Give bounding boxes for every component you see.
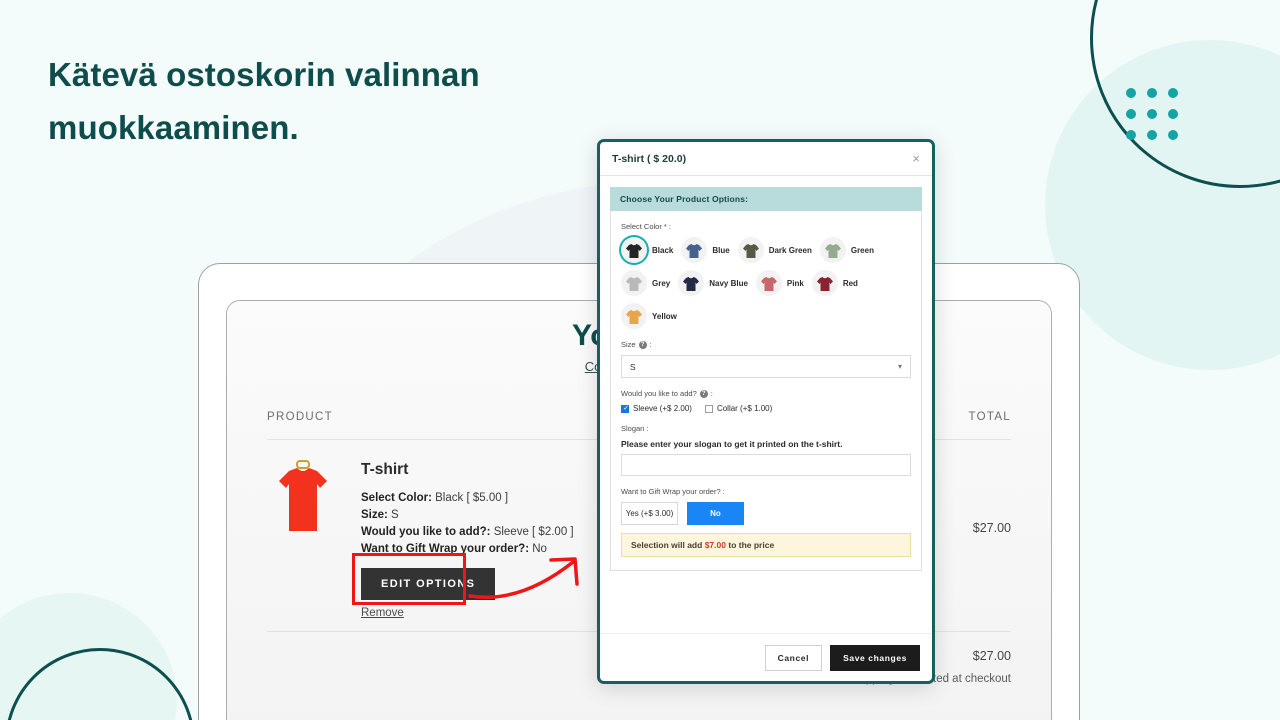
color-swatch-yellow[interactable]: Yellow [621, 303, 680, 329]
swatch-circle[interactable] [819, 237, 846, 263]
giftwrap-no-button[interactable]: No [687, 502, 744, 525]
option-label: Want to Gift Wrap your order?: [361, 543, 530, 556]
alert-suffix: to the price [728, 540, 775, 550]
swatch-circle[interactable] [621, 237, 647, 263]
alert-amount: $7.00 [704, 540, 726, 550]
giftwrap-label: Want to Gift Wrap your order? : [621, 487, 911, 496]
size-label-text: Size [621, 340, 636, 349]
size-select[interactable]: S ▾ [621, 355, 911, 378]
swatch-circle[interactable] [737, 237, 764, 263]
select-color-label: Select Color * : [621, 222, 911, 231]
swatch-label: Yellow [652, 311, 677, 321]
size-selected-value: S [630, 361, 636, 372]
swatch-circle[interactable] [755, 270, 782, 296]
color-swatch-blue[interactable]: Blue [681, 237, 732, 263]
addons-label: Would you like to add? ? : [621, 389, 911, 398]
info-icon[interactable]: ? [699, 389, 708, 398]
product-options-modal: T-shirt ( $ 20.0) × Choose Your Product … [597, 139, 935, 684]
options-banner: Choose Your Product Options: [610, 187, 922, 211]
price-alert-banner: Selection will add $7.00 to the price [621, 533, 911, 557]
swatch-circle[interactable] [621, 303, 647, 329]
slogan-label-text: Slogan : [621, 424, 649, 433]
addons-label-suffix: : [710, 389, 713, 398]
option-value: S [391, 509, 399, 522]
checkbox-collar[interactable]: Collar (+$ 1.00) [704, 404, 773, 413]
swatch-circle[interactable] [811, 270, 838, 296]
page-headline: Kätevä ostoskorin valinnan muokkaaminen. [48, 56, 480, 147]
swatch-row: Grey Navy Blue Pink Red [621, 270, 911, 296]
alert-prefix: Selection will add [631, 540, 703, 550]
slogan-label: Slogan : [621, 424, 911, 433]
swatch-circle[interactable] [678, 270, 705, 296]
product-option-line: Want to Gift Wrap your order?: No [361, 541, 574, 558]
product-details: T-shirt Select Color: Black [ $5.00 ] Si… [361, 459, 574, 619]
color-swatch-green[interactable]: Green [819, 237, 877, 263]
color-swatch-group: Black Blue Dark Green Green Grey Navy Bl… [621, 237, 911, 329]
color-swatch-dark-green[interactable]: Dark Green [737, 237, 815, 263]
checkbox-box[interactable] [621, 404, 630, 414]
modal-header: T-shirt ( $ 20.0) × [600, 142, 932, 176]
option-label: Size: [361, 509, 388, 522]
color-swatch-black[interactable]: Black [621, 237, 676, 263]
modal-body: Choose Your Product Options: Select Colo… [600, 176, 932, 571]
checkbox-label: Collar (+$ 1.00) [716, 404, 773, 413]
checkbox-box[interactable] [704, 404, 713, 413]
giftwrap-label-text: Want to Gift Wrap your order? : [621, 487, 725, 496]
swatch-label: Navy Blue [709, 278, 748, 288]
column-header-product: PRODUCT [267, 411, 333, 423]
option-value: No [532, 543, 547, 556]
addons-checkbox-group: Sleeve (+$ 2.00) Collar (+$ 1.00) [621, 404, 911, 414]
giftwrap-toggle-group: Yes (+$ 3.00) No [621, 502, 911, 525]
product-option-line: Select Color: Black [ $5.00 ] [361, 490, 574, 507]
swatch-label: Grey [652, 278, 671, 288]
options-panel: Select Color * : Black Blue Dark Green G… [610, 211, 922, 571]
swatch-label: Red [842, 278, 858, 288]
swatch-label: Black [652, 245, 674, 255]
color-swatch-pink[interactable]: Pink [755, 270, 807, 296]
swatch-label: Green [850, 245, 874, 255]
color-swatch-grey[interactable]: Grey [621, 270, 673, 296]
swatch-circle[interactable] [621, 270, 647, 296]
edit-options-button[interactable]: EDIT OPTIONS [361, 568, 496, 601]
product-thumbnail [267, 459, 339, 541]
swatch-label: Dark Green [768, 245, 812, 255]
slogan-input[interactable] [621, 454, 911, 476]
swatch-label: Blue [712, 245, 730, 255]
info-icon[interactable]: ? [638, 340, 647, 349]
chevron-down-icon: ▾ [897, 362, 902, 371]
column-header-total: TOTAL [968, 411, 1011, 423]
close-icon[interactable]: × [912, 152, 920, 165]
product-option-line: Size: S [361, 507, 574, 524]
option-value: Black [ $5.00 ] [435, 492, 509, 504]
addons-label-text: Would you like to add? [621, 389, 697, 398]
option-label: Would you like to add?: [361, 526, 491, 539]
size-label: Size ? : [621, 340, 911, 349]
size-label-suffix: : [649, 340, 652, 349]
swatch-circle[interactable] [681, 237, 708, 263]
option-label: Select Color: [361, 492, 432, 504]
swatch-row: Black Blue Dark Green Green [621, 237, 911, 263]
cancel-button[interactable]: Cancel [764, 644, 823, 671]
checkbox-sleeve[interactable]: Sleeve (+$ 2.00) [621, 404, 692, 414]
option-value: Sleeve [ $2.00 ] [493, 526, 574, 539]
dot-grid-icon [1126, 88, 1178, 140]
product-name: T-shirt [361, 461, 409, 478]
cart-subtotal: $27.00 [972, 649, 1011, 663]
modal-footer: Cancel Save changes [600, 633, 932, 681]
line-item-total: $27.00 [972, 521, 1011, 535]
swatch-label: Pink [786, 278, 804, 288]
slogan-help-text: Please enter your slogan to get it print… [621, 439, 843, 449]
remove-item-link[interactable]: Remove [361, 607, 574, 619]
checkbox-label: Sleeve (+$ 2.00) [633, 404, 692, 413]
color-swatch-red[interactable]: Red [811, 270, 861, 296]
product-option-line: Would you like to add?: Sleeve [ $2.00 ] [361, 524, 574, 541]
giftwrap-yes-button[interactable]: Yes (+$ 3.00) [621, 502, 678, 525]
save-changes-button[interactable]: Save changes [830, 644, 920, 671]
color-swatch-navy-blue[interactable]: Navy Blue [678, 270, 751, 296]
select-color-label-text: Select Color * : [621, 222, 672, 231]
modal-title: T-shirt ( $ 20.0) [612, 152, 687, 165]
swatch-row: Yellow [621, 303, 911, 329]
